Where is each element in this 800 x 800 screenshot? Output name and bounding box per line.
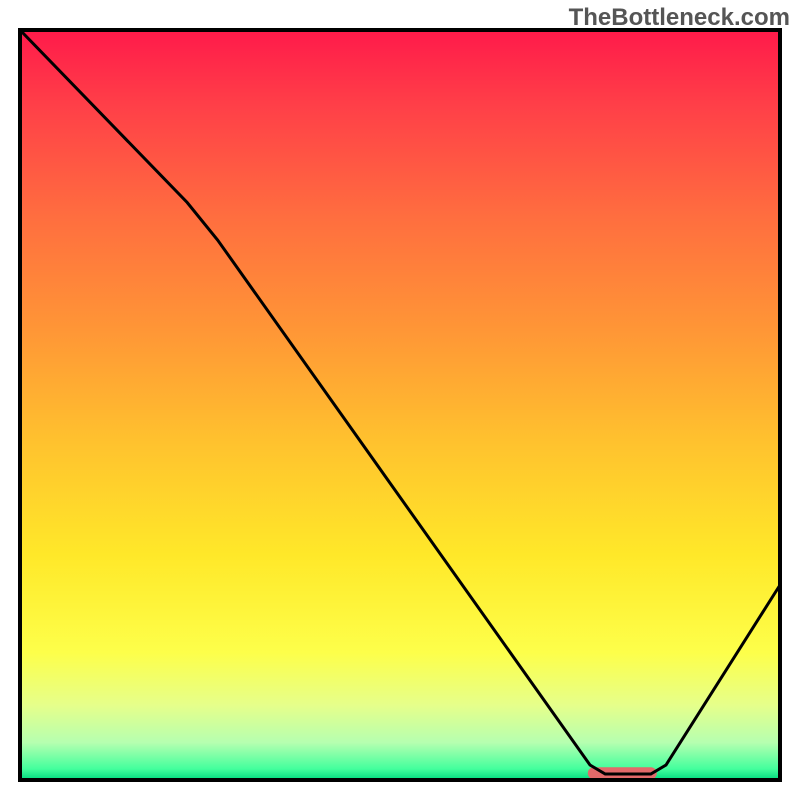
chart-container: TheBottleneck.com [0,0,800,800]
gradient-background [20,30,780,780]
watermark-text: TheBottleneck.com [569,4,790,32]
chart-svg [0,0,800,800]
